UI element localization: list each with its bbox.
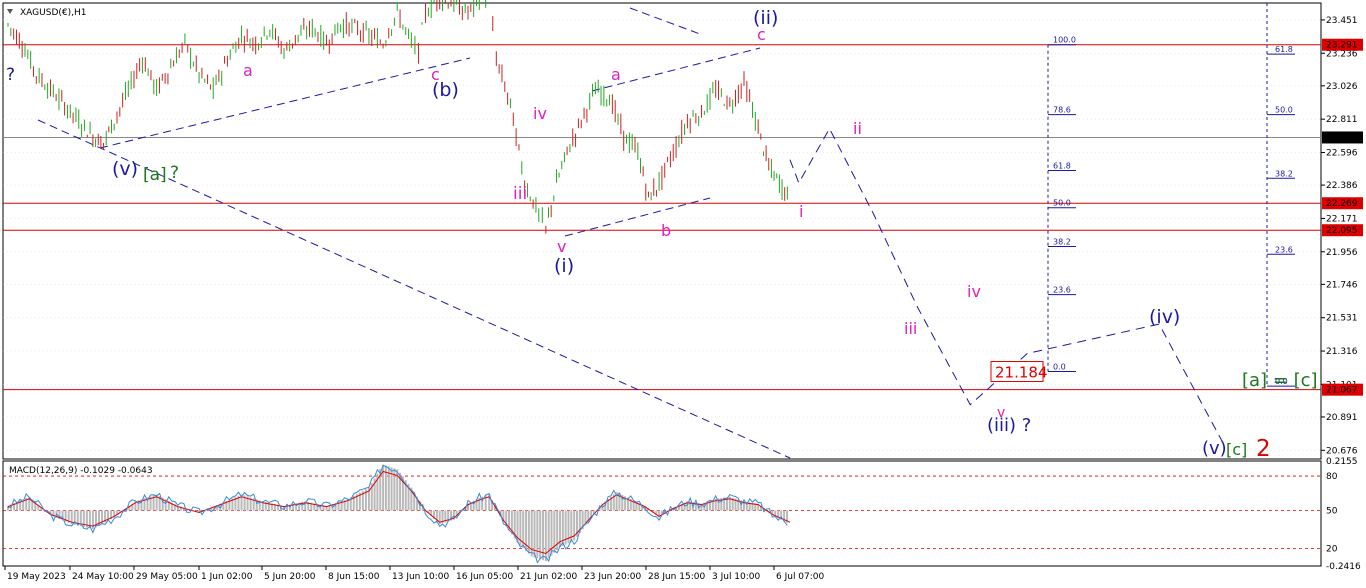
wave-label: ?	[6, 65, 15, 85]
y-tick-label: 21.956	[1326, 248, 1358, 258]
x-tick-label: 29 May 05:00	[136, 572, 198, 582]
chart-title: XAGUSD(€),H1	[20, 8, 86, 18]
wave-label: i	[799, 202, 803, 221]
x-tick-label: 6 Jul 07:00	[776, 572, 825, 582]
y-tick-label: 22.811	[1326, 115, 1358, 125]
wave-label: iii	[513, 184, 527, 204]
macd-label: MACD(12,26,9) -0.1029 -0.0643	[9, 466, 153, 476]
fib-left-label: 50.0	[1053, 199, 1071, 208]
fib-right-label: 50.0	[1275, 106, 1293, 115]
wave-label: 2	[1256, 436, 1271, 462]
wave-label: ii	[853, 119, 862, 138]
price-axis: 23.451 23.236 23.026 22.811 22.596 22.386 22.1…	[1321, 16, 1363, 456]
wave-label: (v)	[112, 158, 138, 180]
fib-left-label: 78.6	[1053, 106, 1071, 115]
fib-left-label: 61.8	[1053, 162, 1071, 171]
time-axis: 19 May 2023 24 May 10:00 29 May 05:00 1 Jun…	[4, 566, 825, 582]
fib-right-label: 61.8	[1275, 45, 1293, 54]
macd-tick-label: 20	[1326, 544, 1338, 554]
fib-left-label: 0.0	[1053, 363, 1066, 372]
x-tick-label: 19 May 2023	[7, 572, 66, 582]
wave-label: (iv)	[1149, 306, 1180, 328]
wave-label: (b)	[432, 79, 459, 101]
wave-label: iv	[533, 104, 547, 123]
wave-label: [a] = [c]	[1242, 370, 1318, 391]
macd-tick-label: 0.2155	[1326, 457, 1358, 467]
y-tick-label: 23.026	[1326, 82, 1358, 92]
level-price-tag-label: 22.095	[1326, 226, 1358, 236]
x-tick-label: 8 Jun 15:00	[328, 572, 380, 582]
x-tick-label: 1 Jun 02:00	[201, 572, 253, 582]
y-tick-label: 23.236	[1326, 49, 1358, 59]
y-tick-label: 20.891	[1326, 413, 1358, 423]
target-box-label: 21.184	[995, 364, 1048, 382]
wave-label: iii	[904, 319, 917, 338]
wave-label: [a]	[143, 165, 167, 185]
x-tick-label: 13 Jun 10:00	[392, 572, 449, 582]
fib-left-label: 38.2	[1053, 238, 1071, 247]
macd-tick-label: 50	[1326, 507, 1338, 517]
wave-label: a	[243, 61, 253, 80]
macd-tick-label: 80	[1326, 472, 1338, 482]
wave-label: v	[557, 237, 566, 256]
x-tick-label: 23 Jun 20:00	[584, 572, 641, 582]
wave-label: (v)	[1202, 438, 1227, 459]
wave-label: a	[611, 65, 621, 84]
fib-right-label: 38.2	[1275, 169, 1293, 178]
y-tick-label: 21.316	[1326, 347, 1358, 357]
wave-label: c	[757, 25, 766, 44]
x-tick-label: 28 Jun 15:00	[648, 572, 705, 582]
x-tick-label: 21 Jun 02:00	[520, 572, 577, 582]
y-tick-label: 22.171	[1326, 214, 1358, 224]
y-tick-label: 22.596	[1326, 149, 1358, 159]
level-price-tag-label: 22.269	[1326, 199, 1358, 209]
fib-left-label: 23.6	[1053, 286, 1071, 295]
wave-label: iv	[967, 282, 981, 301]
fib-left-label: 100.0	[1053, 36, 1076, 45]
wave-label: [c]	[1226, 440, 1247, 459]
y-tick-label: 21.746	[1326, 280, 1358, 290]
y-tick-label: 23.451	[1326, 16, 1358, 26]
wave-label: b	[661, 221, 671, 240]
y-tick-label: 20.676	[1326, 446, 1358, 456]
wave-label: (iii) ?	[987, 415, 1031, 436]
x-tick-label: 24 May 10:00	[72, 572, 134, 582]
x-tick-label: 5 Jun 20:00	[264, 572, 316, 582]
y-tick-label: 21.531	[1326, 314, 1358, 324]
x-tick-label: 16 Jun 05:00	[456, 572, 513, 582]
wave-label: ?	[170, 163, 179, 183]
wave-label: (i)	[554, 255, 574, 277]
level-price-tag-label: 21.067	[1326, 386, 1358, 396]
y-tick-label: 22.386	[1326, 181, 1358, 191]
macd-tick-label: -0.2416	[1326, 562, 1361, 572]
level-price-tag-label: 23.291	[1326, 41, 1358, 51]
chart-canvas[interactable]: 100.0 78.6 61.8 50.0 38.2 23.6 0.0 61.8 50.0 38.2…	[0, 0, 1366, 588]
x-tick-label: 3 Jul 10:00	[712, 572, 761, 582]
fib-right-label: 23.6	[1275, 245, 1293, 254]
level-price-tag-label: 22.693	[1326, 133, 1358, 143]
